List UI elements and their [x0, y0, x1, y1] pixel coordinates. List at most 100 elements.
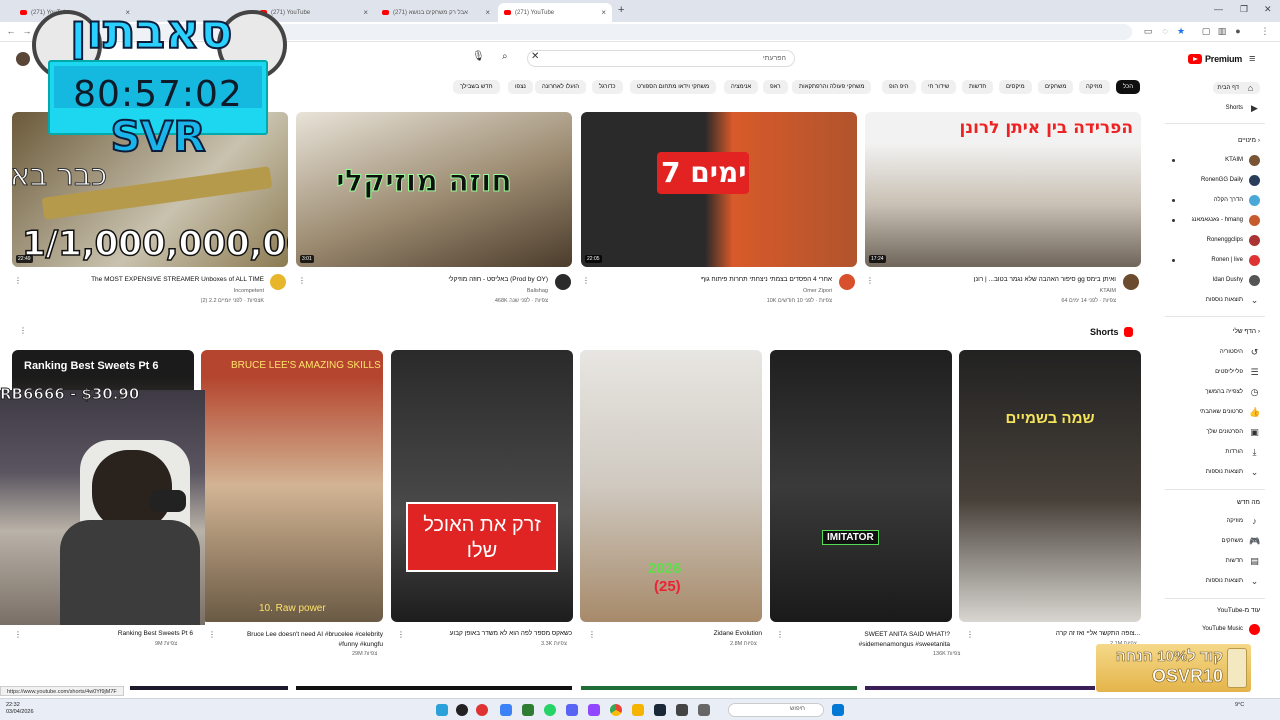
- more-options-icon[interactable]: ⋮: [397, 630, 405, 639]
- chip[interactable]: שידור חי: [921, 80, 957, 94]
- windows-start-icon[interactable]: [832, 704, 844, 716]
- maximize-button[interactable]: ❐: [1240, 4, 1248, 15]
- more-options-icon[interactable]: ⋮: [588, 630, 596, 639]
- sidebar-item-subscription[interactable]: הדרך הקלה: [1214, 194, 1260, 206]
- taskbar-app-icon[interactable]: [522, 704, 534, 716]
- short-thumbnail[interactable]: IMITATOR: [770, 350, 952, 622]
- you-heading[interactable]: הדף שלי ›: [1233, 328, 1260, 335]
- sidebar-item-show-more[interactable]: תוצאות נוספות ⌄: [1206, 466, 1260, 478]
- chip[interactable]: חדשות: [962, 80, 994, 94]
- chrome-menu-icon[interactable]: ⋮: [1260, 26, 1270, 36]
- chip[interactable]: היפ הופ: [882, 80, 916, 94]
- channel-name[interactable]: Omer Zipori: [803, 288, 832, 294]
- sidebar-item-show-more[interactable]: תוצאות נוספות ⌄: [1206, 575, 1260, 587]
- sidebar-item-youtube-music[interactable]: YouTube Music: [1202, 623, 1260, 635]
- next-row-thumbnail[interactable]: [130, 686, 288, 690]
- chip[interactable]: משחקי פעולה והרפתקאות: [792, 80, 872, 94]
- channel-name[interactable]: Incompetent: [234, 288, 264, 294]
- more-options-icon[interactable]: ⋮: [866, 276, 874, 285]
- short-title[interactable]: Bruce Lee doesn't need AI #brucelee #cel…: [243, 630, 383, 650]
- channel-avatar[interactable]: [555, 274, 571, 290]
- more-options-icon[interactable]: ⋮: [298, 276, 306, 285]
- sidebar-item-your-videos[interactable]: הסרטונים שלך ▣: [1206, 426, 1260, 438]
- video-thumbnail[interactable]: 7 ימים 22:05: [581, 112, 857, 267]
- search-icon[interactable]: ⌕: [502, 51, 518, 67]
- clock[interactable]: 22:32 03/04/2026: [6, 702, 34, 716]
- chip[interactable]: ראפ: [763, 80, 788, 94]
- more-options-icon[interactable]: ⋮: [14, 276, 22, 285]
- sidebar-item-gaming[interactable]: משחקים 🎮: [1222, 535, 1261, 547]
- close-icon[interactable]: ×: [601, 8, 606, 17]
- short-thumbnail[interactable]: BRUCE LEE'S AMAZING SKILLS 10. Raw power: [201, 350, 383, 622]
- more-options-icon[interactable]: ⋮: [582, 276, 590, 285]
- profile-icon[interactable]: ●: [1233, 26, 1243, 36]
- more-options-icon[interactable]: ⋮: [14, 630, 22, 639]
- minimize-button[interactable]: —: [1214, 4, 1223, 14]
- browser-tab-active[interactable]: (271) YouTube ×: [498, 3, 612, 22]
- short-title[interactable]: כשאקס מספר לפה הוא לא משדר באופן קבוע: [450, 630, 572, 637]
- cast-icon[interactable]: ▭: [1143, 26, 1153, 36]
- sidebar-item-show-more[interactable]: תוצאות נוספות ⌄: [1206, 294, 1260, 306]
- taskbar-app-icon[interactable]: [456, 704, 468, 716]
- chip[interactable]: מוזיקה: [1079, 80, 1110, 94]
- forward-icon[interactable]: →: [22, 26, 32, 36]
- eye-off-icon[interactable]: ◌: [1160, 26, 1170, 36]
- channel-avatar[interactable]: [839, 274, 855, 290]
- sidebar-item-history[interactable]: היסטוריה ↺: [1220, 346, 1260, 358]
- video-title[interactable]: סיפור האהבה שלא נגמר בטוב... | רונן gg ו…: [974, 276, 1116, 283]
- more-options-icon[interactable]: ⋮: [208, 630, 216, 639]
- bookmark-star-icon[interactable]: ★: [1176, 26, 1186, 36]
- more-options-icon[interactable]: ⋮: [966, 630, 974, 639]
- taskbar-app-icon[interactable]: [436, 704, 448, 716]
- file-explorer-icon[interactable]: [632, 704, 644, 716]
- video-thumbnail[interactable]: הפרידה בין איתן לרונן 17:24: [865, 112, 1141, 267]
- search-input[interactable]: הפרעתי: [527, 50, 795, 67]
- sidebar-item-subscription[interactable]: גאנגאמאנג - hmang: [1192, 214, 1260, 226]
- sidebar-icon[interactable]: ▥: [1217, 26, 1227, 36]
- chip[interactable]: כדורגל: [592, 80, 623, 94]
- clear-search-icon[interactable]: ✕: [531, 51, 539, 62]
- sidebar-item-music[interactable]: מוזיקה ♪: [1226, 515, 1260, 527]
- short-title[interactable]: Ranking Best Sweets Pt 6: [118, 630, 193, 637]
- short-thumbnail[interactable]: 2026 (25): [580, 350, 762, 622]
- subscriptions-heading[interactable]: מינויים ›: [1238, 137, 1260, 144]
- short-title[interactable]: SWEET ANITA SAID WHAT!? #sidemenamongus …: [820, 630, 950, 650]
- steam-icon[interactable]: [654, 704, 666, 716]
- next-row-thumbnail[interactable]: [865, 686, 1095, 690]
- taskbar-app-icon[interactable]: [676, 704, 688, 716]
- channel-name[interactable]: KTAIM: [1100, 288, 1116, 294]
- youtube-logo[interactable]: Premium: [1188, 53, 1242, 65]
- taskbar-app-icon[interactable]: [698, 704, 710, 716]
- more-options-icon[interactable]: ⋮: [19, 326, 27, 335]
- close-icon[interactable]: ×: [363, 8, 368, 17]
- sidebar-item-shorts[interactable]: Shorts ▶: [1226, 102, 1260, 114]
- sidebar-item-downloads[interactable]: הורדות ⤓: [1225, 446, 1260, 458]
- avatar[interactable]: [16, 52, 30, 66]
- sidebar-item-home[interactable]: דף הבית ⌂: [1213, 82, 1260, 94]
- next-row-thumbnail[interactable]: [296, 686, 572, 690]
- sidebar-item-subscription[interactable]: Idan Dushy: [1213, 274, 1260, 286]
- menu-icon[interactable]: ≡: [1249, 53, 1255, 65]
- sidebar-item-watch-later[interactable]: לצפייה בהמשך ◷: [1205, 386, 1260, 398]
- chip[interactable]: משחקי וידאו מתחום הספורט: [630, 80, 717, 94]
- chip[interactable]: אנימציה: [724, 80, 759, 94]
- close-window-button[interactable]: ✕: [1264, 4, 1272, 15]
- more-options-icon[interactable]: ⋮: [776, 630, 784, 639]
- short-thumbnail[interactable]: שמה בשמיים: [959, 350, 1141, 622]
- weather-widget[interactable]: 9°C: [1235, 702, 1244, 709]
- taskbar-app-icon[interactable]: [588, 704, 600, 716]
- sidebar-item-subscription[interactable]: Ronen | live: [1211, 254, 1260, 266]
- taskbar-search[interactable]: חיפוש: [728, 703, 824, 717]
- sidebar-item-subscription[interactable]: RonenGG Daily: [1201, 174, 1260, 186]
- short-title[interactable]: צופה התקשר אליי ואז זה קרה...: [1056, 630, 1140, 637]
- discord-icon[interactable]: [566, 704, 578, 716]
- chip-all[interactable]: הכל: [1116, 80, 1141, 94]
- video-thumbnail[interactable]: חוזה מוזיקלי 3:01: [296, 112, 572, 267]
- channel-name[interactable]: Balishag: [527, 288, 548, 294]
- whatsapp-icon[interactable]: [544, 704, 556, 716]
- short-thumbnail[interactable]: זרק את האוכל שלו: [391, 350, 573, 622]
- chip[interactable]: הועלו לאחרונה: [535, 80, 587, 94]
- mic-icon[interactable]: 🎙: [472, 51, 485, 62]
- chip[interactable]: משחקים: [1038, 80, 1074, 94]
- sidebar-item-subscription[interactable]: KTAIM: [1225, 154, 1260, 166]
